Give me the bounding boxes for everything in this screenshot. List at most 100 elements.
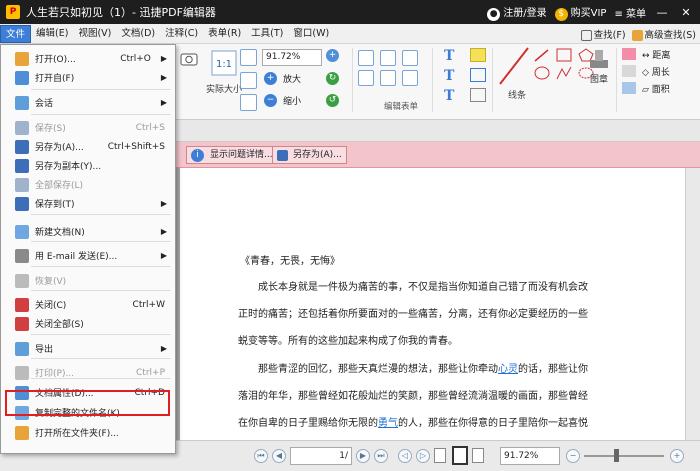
undo-button[interactable]: ↺ [326,94,342,107]
page-number-field[interactable]: 1/ [290,447,352,465]
save-as-notice-button[interactable]: 另存为(A)... [272,146,347,164]
zoom-out-button[interactable]: − 缩小 [264,94,301,107]
shape-fill-icon[interactable] [622,82,636,94]
zoom-slider-thumb[interactable] [614,449,619,462]
measure-tools: ↔ 距离 ◇ 周长 ▱ 面积 [622,48,682,95]
session-icon [15,95,29,110]
zoom-out-status-icon[interactable]: − [566,449,580,463]
fit-visible-button[interactable] [240,94,257,111]
zoom-slider[interactable] [584,455,664,457]
facing-page-icon[interactable] [472,448,484,463]
menu-item-label: 新建文档(N) [35,228,85,238]
menu-item-shortcut: Ctrl+P [136,367,165,378]
actual-size-button[interactable]: 1:1 实际大小 [206,50,242,95]
fit-page-button[interactable] [240,49,257,66]
menu-item-open-from[interactable]: 打开自(F) ▶ [1,68,175,87]
find-button[interactable]: 查找(F) [580,27,626,41]
single-page-icon[interactable] [434,448,446,463]
email-icon [15,248,29,263]
zoom-combo[interactable]: 91.72% [500,447,560,465]
login-button[interactable]: ● 注册/登录 [487,4,547,21]
zoom-select[interactable]: 91.72% [262,49,322,66]
forward-icon[interactable]: ▷ [416,449,430,463]
back-icon[interactable]: ◁ [398,449,412,463]
menu-item-email[interactable]: 用 E-mail 发送(E)... ▶ [1,246,175,265]
perimeter-icon: ◇ [642,68,652,78]
eraser-icon[interactable] [622,48,636,60]
camera-button[interactable] [180,50,198,69]
menu-separator [31,266,171,267]
checkbox-icon[interactable] [380,50,396,66]
menu-tools[interactable]: 工具(T) [246,25,288,43]
show-details-button[interactable]: i 显示问题详情... [186,146,278,164]
minimize-button[interactable]: — [654,6,670,19]
continuous-page-icon[interactable] [452,446,468,465]
vertical-scrollbar[interactable] [685,168,700,440]
textbox-icon[interactable]: T [444,68,466,84]
last-page-icon[interactable]: ⏭ [374,449,388,463]
list-box-icon[interactable] [358,70,374,86]
menu-item-close[interactable]: 关闭(C) Ctrl+W [1,295,175,314]
button-field-icon[interactable] [402,70,418,86]
menu-item-session[interactable]: 会话 ▶ [1,93,175,112]
menu-separator [31,378,171,379]
rotate-button[interactable]: ↻ [326,72,342,85]
prev-page-icon[interactable]: ◀ [272,449,286,463]
menu-item-print[interactable]: 打印(P)... Ctrl+P [1,363,175,382]
rectangle-icon[interactable] [556,48,572,62]
menu-item-save[interactable]: 保存(S) Ctrl+S [1,118,175,137]
stamp-button[interactable]: 图章 [588,48,610,85]
menu-item-save-to[interactable]: 保存到(T) ▶ [1,194,175,213]
menu-item-close-all[interactable]: 关闭全部(S) [1,314,175,333]
callout-icon[interactable] [470,68,486,82]
typewriter-icon[interactable]: T [444,48,466,64]
menu-window[interactable]: 窗口(W) [288,25,334,43]
doc-link[interactable]: 勇气 [378,418,398,429]
menu-button[interactable]: ≡ 菜单 [614,5,646,20]
menu-comment[interactable]: 注释(C) [160,25,203,43]
menu-edit[interactable]: 编辑(E) [31,25,73,43]
info-icon: i [191,148,204,162]
menu-form[interactable]: 表单(R) [203,25,246,43]
combo-box-icon[interactable] [380,70,396,86]
menu-item-revert[interactable]: 恢复(V) [1,271,175,290]
next-page-icon[interactable]: ▶ [356,449,370,463]
menu-item-open-folder[interactable]: 打开所在文件夹(F)... [1,423,175,442]
attach-icon[interactable] [470,88,486,102]
menu-item-save-as[interactable]: 另存为(A)... Ctrl+Shift+S [1,137,175,156]
advanced-find-button[interactable]: 高级查找(S) [631,27,696,41]
close-button[interactable]: ✕ [678,6,694,19]
menu-item-new-document[interactable]: 新建文档(N) ▶ [1,222,175,241]
note-icon[interactable] [470,48,486,62]
zoom-in-button[interactable]: + 放大 [264,72,301,85]
radio-icon[interactable] [402,50,418,66]
menu-document[interactable]: 文档(D) [116,25,160,43]
perimeter-button[interactable]: ◇ 周长 [642,65,682,78]
menu-item-save-copy[interactable]: 另存为副本(Y)... [1,156,175,175]
buy-vip-button[interactable]: $ 购买VIP [554,4,606,21]
highlight-text-icon[interactable]: T [444,88,466,104]
menu-item-save-all[interactable]: 全部保存(L) [1,175,175,194]
distance-button[interactable]: ↔ 距离 [642,48,682,61]
menu-file[interactable]: 文件 [0,24,32,43]
menu-view[interactable]: 视图(V) [73,25,116,43]
comment-tools: T T T [444,48,492,104]
area-button[interactable]: ▱ 面积 [642,82,682,95]
menu-item-open[interactable]: 打开(O)... Ctrl+O ▶ [1,49,175,68]
ellipse-icon[interactable] [534,66,550,80]
text-field-icon[interactable] [358,50,374,66]
doc-link[interactable]: 心灵 [498,364,518,375]
arrow-icon[interactable] [534,48,550,62]
zoom-in-status-icon[interactable]: + [670,449,684,463]
submenu-arrow-icon: ▶ [160,73,167,82]
zoom-in-icon: + [264,72,277,85]
polyline-icon[interactable] [556,66,572,80]
line-tool-button[interactable] [498,46,530,89]
menu-item-label: 另存为(A)... [35,143,84,153]
zoom-tool-button[interactable]: + [326,49,342,62]
menu-item-export[interactable]: 导出 ▶ [1,339,175,358]
menu-separator [31,334,171,335]
pencil-icon[interactable] [622,65,636,77]
first-page-icon[interactable]: ⏮ [254,449,268,463]
fit-width-button[interactable] [240,72,257,89]
